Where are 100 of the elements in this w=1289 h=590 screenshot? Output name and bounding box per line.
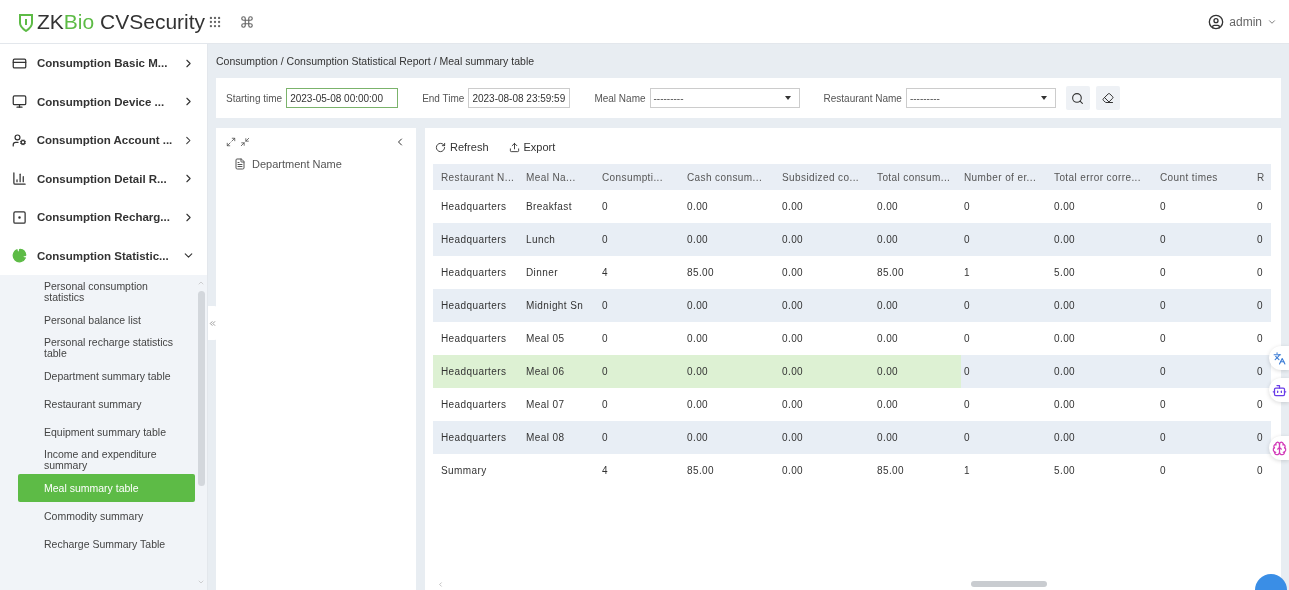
export-button[interactable]: Export xyxy=(506,141,558,153)
table-cell-text: 0 xyxy=(1257,465,1264,476)
table-cell-text: Meal 05 xyxy=(526,333,566,344)
filter-label: End Time xyxy=(422,92,465,104)
scrollbar-thumb[interactable] xyxy=(197,291,205,486)
table-cell-text: 0 xyxy=(1257,366,1264,377)
table-cell-text: 0 xyxy=(1160,267,1167,278)
table-cell-text: Breakfast xyxy=(526,201,573,212)
table-cell-text: 0.00 xyxy=(687,234,710,245)
table-cell-text: 0.00 xyxy=(687,432,710,443)
table-cell-text: Headquarters xyxy=(441,234,508,245)
column-header[interactable]: Consumpti... xyxy=(602,171,687,183)
table-cell-text: 0.00 xyxy=(782,300,805,311)
collapse-icon[interactable] xyxy=(240,137,250,147)
menu-item[interactable]: Consumption Device ... xyxy=(0,82,207,121)
column-header[interactable]: Cash consum... xyxy=(687,171,782,183)
pie-chart-icon xyxy=(12,248,27,264)
card-icon xyxy=(12,55,27,71)
grid-icon[interactable] xyxy=(208,14,222,29)
table-cell-text: 0.00 xyxy=(1054,366,1077,377)
table-cell-text: Meal 06 xyxy=(526,366,566,377)
table-cell-text: Meal 08 xyxy=(526,432,566,443)
table-cell-text: 0.00 xyxy=(1054,201,1077,212)
refresh-button[interactable]: Refresh xyxy=(433,141,491,153)
table-cell-text: Headquarters xyxy=(441,201,508,212)
table-cell-text: 0 xyxy=(1160,366,1167,377)
menu-item[interactable]: Consumption Basic M... xyxy=(0,44,207,83)
table-cell-text: 0 xyxy=(964,300,971,311)
menu-item[interactable]: Consumption Recharg... xyxy=(0,198,207,237)
submenu-item[interactable]: Restaurant summary xyxy=(18,390,195,418)
column-header[interactable]: R xyxy=(1257,171,1277,183)
table-cell-text: 0.00 xyxy=(782,465,805,476)
table-cell-text: 0.00 xyxy=(877,300,900,311)
column-header[interactable]: Number of er... xyxy=(964,171,1054,183)
shield-logo-icon xyxy=(18,11,34,32)
table-cell-text: 0 xyxy=(602,366,609,377)
table-cell-text: 0 xyxy=(1257,333,1264,344)
table-row[interactable]: Headquarters Meal 08 0 0.00 0.00 0.00 0 0.00 0 0 xyxy=(433,421,1271,454)
table-cell-text: 0.00 xyxy=(1054,432,1077,443)
submenu-item[interactable]: Equipment summary table xyxy=(18,418,195,446)
upload-icon xyxy=(508,141,520,153)
table-cell-text: 0 xyxy=(1160,333,1167,344)
table-row[interactable]: Headquarters Midnight Sn 0 0.00 0.00 0.00 0 0.00 0 0 xyxy=(433,289,1271,322)
table-cell-text: 0.00 xyxy=(782,366,805,377)
date-field[interactable]: 2023-05-08 00:00:00 xyxy=(286,88,399,108)
submenu-item[interactable]: Personal recharge statistics table xyxy=(18,334,195,362)
table-cell-text: 0 xyxy=(964,432,971,443)
table-cell-text: 0 xyxy=(964,333,971,344)
table-cell-text: Headquarters xyxy=(441,300,508,311)
table-cell-text: 0 xyxy=(602,201,609,212)
menu-item[interactable]: Consumption Account ... xyxy=(0,121,207,160)
table-cell-text: 0.00 xyxy=(782,234,805,245)
refresh-icon xyxy=(435,141,446,153)
date-field[interactable]: 2023-08-08 23:59:59 xyxy=(468,88,571,108)
submenu-item[interactable]: Income and expenditure summary xyxy=(18,446,195,474)
expand-icon[interactable] xyxy=(226,137,236,147)
table-cell-text: 0.00 xyxy=(877,432,900,443)
table-cell-text: 0 xyxy=(602,399,609,410)
table-cell-text: 85.00 xyxy=(877,267,906,278)
table-cell-text: 0.00 xyxy=(687,300,710,311)
tree-item[interactable]: Department Name xyxy=(252,158,342,170)
submenu-item[interactable]: Department summary table xyxy=(18,362,195,390)
table-cell-text: Headquarters xyxy=(441,399,508,410)
dropdown-field[interactable]: --------- xyxy=(649,88,800,108)
column-header[interactable]: Count times xyxy=(1160,171,1257,183)
table-cell-text: 0.00 xyxy=(877,201,900,212)
table-cell-text: 0.00 xyxy=(877,234,900,245)
user-icon xyxy=(12,132,27,148)
column-header[interactable]: Total consum... xyxy=(877,171,964,183)
submenu-item[interactable]: Recharge Summary Table xyxy=(18,530,195,558)
table-cell-text: 0 xyxy=(1160,300,1167,311)
column-header[interactable]: Meal Na... xyxy=(526,171,602,183)
user-icon[interactable] xyxy=(1208,13,1225,30)
table-cell-text: 0 xyxy=(964,234,971,245)
table-cell-text: 0 xyxy=(1160,399,1167,410)
table-row[interactable]: Headquarters Lunch 0 0.00 0.00 0.00 0 0.00 0 0 xyxy=(433,223,1271,256)
table-cell-text: 0 xyxy=(602,432,609,443)
column-header[interactable]: Total error corre... xyxy=(1054,171,1160,183)
table-cell-text: 85.00 xyxy=(877,465,906,476)
command-icon[interactable] xyxy=(240,14,254,29)
column-header[interactable]: Subsidized co... xyxy=(782,171,877,183)
table-cell-text: Headquarters xyxy=(441,432,508,443)
table-cell-text: 0 xyxy=(1257,267,1264,278)
table-cell-text: Lunch xyxy=(526,234,557,245)
submenu-item[interactable]: Personal consumption statistics xyxy=(18,278,195,306)
table-row[interactable]: Headquarters Meal 06 0 0.00 0.00 0.00 0 0.00 0 0 xyxy=(433,355,1271,388)
scrollbar-thumb[interactable] xyxy=(971,581,1047,587)
user-name[interactable]: admin xyxy=(1229,14,1262,29)
table-cell-text: 0.00 xyxy=(687,333,710,344)
submenu-item[interactable]: Commodity summary xyxy=(18,502,195,530)
table-cell-text: Dinner xyxy=(526,267,559,278)
submenu-item[interactable]: Personal balance list xyxy=(18,306,195,334)
eraser-button[interactable] xyxy=(1095,86,1120,110)
table-cell-text: 5.00 xyxy=(1054,465,1077,476)
dropdown-field[interactable]: --------- xyxy=(905,88,1056,108)
search-button[interactable] xyxy=(1065,86,1090,110)
column-header[interactable]: Restaurant N... xyxy=(441,171,526,183)
menu-item[interactable]: Consumption Detail R... xyxy=(0,159,207,198)
table-cell-text: 0 xyxy=(964,366,971,377)
menu-item[interactable]: Consumption Statistic... xyxy=(0,236,207,275)
